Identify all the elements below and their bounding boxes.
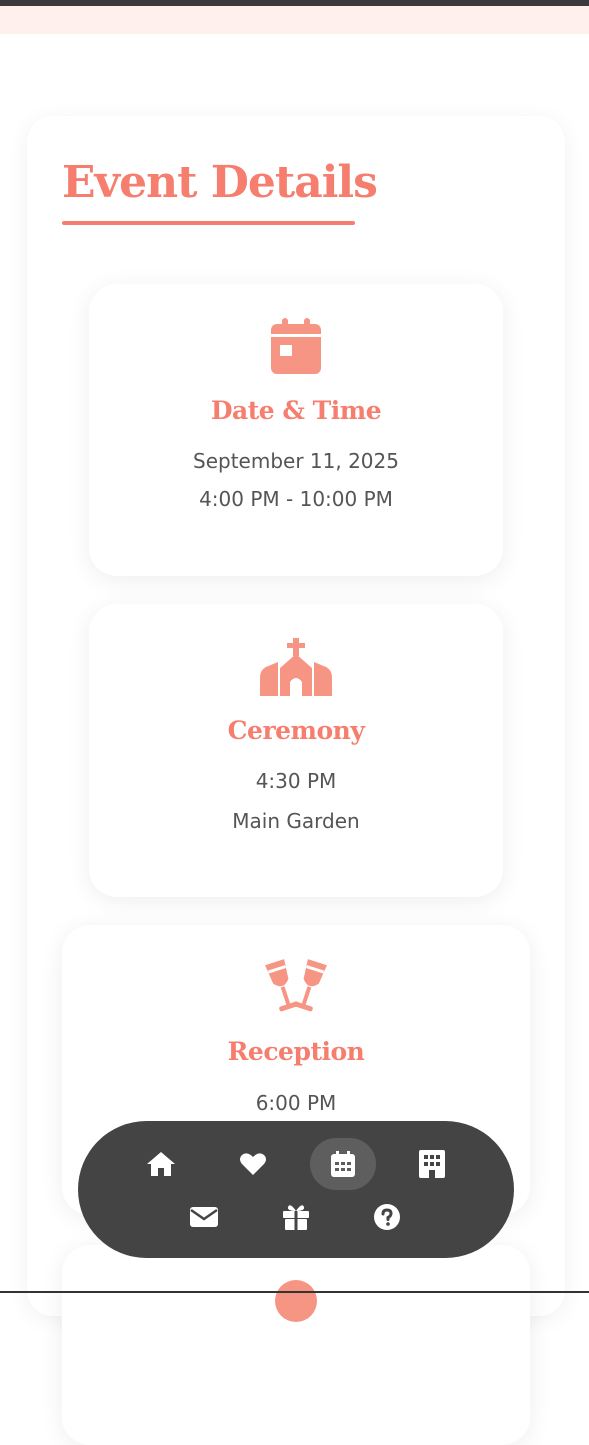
hotel-icon	[419, 1150, 445, 1178]
ceremony-card: Ceremony 4:30 PM Main Garden	[89, 604, 503, 897]
date-time-card: Date & Time September 11, 2025 4:00 PM -…	[89, 284, 503, 576]
church-icon	[260, 638, 332, 696]
ceremony-location: Main Garden	[232, 809, 360, 833]
card-title: Reception	[227, 1037, 365, 1066]
question-icon	[374, 1204, 400, 1230]
event-time: 4:00 PM - 10:00 PM	[199, 487, 393, 511]
reception-time: 6:00 PM	[255, 1091, 337, 1115]
nav-rsvp[interactable]	[182, 1195, 226, 1239]
page-title: Event Details	[62, 157, 378, 208]
home-icon	[147, 1152, 175, 1176]
calendar-icon	[271, 318, 321, 374]
nav-accommodation[interactable]	[410, 1142, 454, 1186]
ceremony-time: 4:30 PM	[255, 769, 337, 793]
calendar-icon	[331, 1151, 355, 1177]
gift-icon	[283, 1205, 309, 1230]
card-title: Ceremony	[227, 716, 365, 745]
champagne-glasses-icon	[260, 959, 332, 1017]
nav-faq[interactable]	[365, 1195, 409, 1239]
nav-love-story[interactable]	[231, 1142, 275, 1186]
next-card	[62, 1245, 530, 1445]
event-date: September 11, 2025	[193, 449, 399, 473]
heart-icon	[240, 1153, 266, 1175]
card-title: Date & Time	[210, 396, 382, 425]
nav-registry[interactable]	[274, 1195, 318, 1239]
nav-home[interactable]	[139, 1142, 183, 1186]
title-underline	[62, 221, 355, 225]
bottom-nav	[78, 1121, 514, 1258]
next-card-icon	[275, 1280, 317, 1322]
envelope-icon	[190, 1207, 218, 1227]
nav-event-details[interactable]	[310, 1138, 376, 1190]
header-strip	[0, 6, 589, 34]
